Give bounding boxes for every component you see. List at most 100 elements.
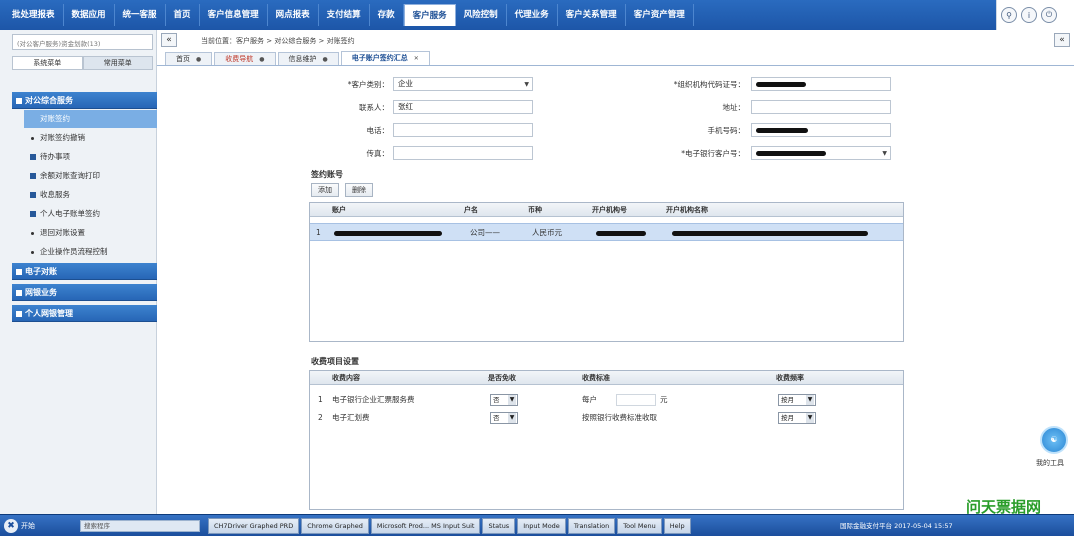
nav-item-crm[interactable]: 客户关系管理 <box>558 4 626 26</box>
fax-field[interactable] <box>393 146 533 160</box>
fee-content-cell: 电子汇划费 <box>332 413 370 422</box>
collapse-sidebar-button[interactable]: « <box>161 33 177 47</box>
mobile-field[interactable] <box>751 123 891 137</box>
address-label: 地址： <box>722 103 746 112</box>
square-icon <box>16 310 22 317</box>
close-icon[interactable]: ✕ <box>414 55 419 62</box>
menu-item-return-setting[interactable]: 退回对账设置 <box>24 224 157 242</box>
delete-account-button[interactable]: 删除 <box>345 183 373 197</box>
phone-field[interactable] <box>393 123 533 137</box>
nav-item-agency[interactable]: 代理业务 <box>507 4 558 26</box>
tool-float-label: 我的工具 <box>1036 459 1064 467</box>
row-number: 1 <box>318 395 323 404</box>
contact-field[interactable]: 张红 <box>393 100 533 114</box>
taskbar-app[interactable]: CH7Driver Graphed PRD <box>208 518 300 534</box>
mobile-label: 手机号码： <box>707 126 746 135</box>
add-account-button[interactable]: 添加 <box>311 183 339 197</box>
menu-item-personal-bill[interactable]: 个人电子账单签约 <box>24 205 157 223</box>
tab-common-menu[interactable]: 常用菜单 <box>82 56 153 70</box>
nav-item-customer-service[interactable]: 客户服务 <box>403 4 456 26</box>
standard-cell: 按照银行收费标准收取 <box>582 413 657 422</box>
square-icon <box>30 154 36 160</box>
nav-item-risk-control[interactable]: 风险控制 <box>456 4 507 26</box>
breadcrumb: 当前位置：客户服务 > 对公综合服务 > 对账签约 <box>201 37 355 45</box>
fees-title: 收费项目设置 <box>311 357 359 366</box>
tab-fee-nav[interactable]: 收费导航 ● <box>214 52 276 65</box>
row-number: 2 <box>318 413 323 422</box>
free-select[interactable]: 否 ▼ <box>490 412 518 424</box>
menu-item-todo[interactable]: 待办事项 <box>24 148 157 166</box>
taskbar-search-input[interactable]: 搜索程序 <box>80 520 200 532</box>
tab-home[interactable]: 首页 ● <box>165 52 213 65</box>
square-icon <box>30 192 36 198</box>
menu-group-netbank[interactable]: 网银业务 <box>12 284 157 301</box>
nav-item-batch-report[interactable]: 批处理报表 <box>4 4 64 26</box>
search-icon[interactable]: ⚲ <box>1001 7 1017 23</box>
table-row[interactable]: 2 电子汇划费 否 ▼ 按照银行收费标准收取 按月 ▼ <box>310 409 903 427</box>
sidebar: (对公客户服务)资金划款(13) 系统菜单 常用菜单 对公综合服务 对账签约 对… <box>0 30 157 514</box>
nav-item-deposit[interactable]: 存款 <box>370 4 404 26</box>
menu-group-e-statement[interactable]: 电子对账 <box>12 263 157 280</box>
menu-item-operator-flow[interactable]: 企业操作员流程控制 <box>24 243 157 261</box>
tab-e-account-summary[interactable]: 电子账户签约汇总 ✕ <box>340 51 430 65</box>
nav-item-unified-service[interactable]: 统一客服 <box>115 4 166 26</box>
menu-group-corporate-service[interactable]: 对公综合服务 <box>12 92 157 109</box>
power-icon[interactable]: ⏻ <box>1041 7 1057 23</box>
square-icon <box>16 97 22 104</box>
top-navigation: 批处理报表 数据应用 统一客服 首页 客户信息管理 网点报表 支付结算 存款 客… <box>0 0 1074 30</box>
menu-item-balance-print[interactable]: 余额对账查询打印 <box>24 167 157 185</box>
sidebar-tabs: 系统菜单 常用菜单 <box>12 56 153 70</box>
info-icon[interactable]: i <box>1021 7 1037 23</box>
close-icon[interactable]: ● <box>196 56 201 63</box>
column-header-currency: 币种 <box>528 206 542 214</box>
nav-item-home[interactable]: 首页 <box>166 4 200 26</box>
taskbar-app[interactable]: Microsoft Prod... MS Input Suit <box>370 518 481 534</box>
column-header-name: 户名 <box>464 206 478 214</box>
close-icon[interactable]: ● <box>259 56 264 63</box>
column-header-account: 账户 <box>332 206 346 214</box>
menu-item-statement-signing[interactable]: 对账签约 <box>24 110 157 128</box>
taskbar-app[interactable]: Input Mode <box>517 518 566 534</box>
org-code-field[interactable] <box>751 77 891 91</box>
start-button[interactable]: ✖ 开始 <box>4 518 35 534</box>
taskbar-app[interactable]: Translation <box>567 518 616 534</box>
tab-info-maintenance[interactable]: 信息维护 ● <box>277 52 339 65</box>
free-select[interactable]: 否 ▼ <box>490 394 518 406</box>
redacted-mark <box>596 230 646 236</box>
close-icon[interactable]: ● <box>323 56 328 63</box>
menu-group-personal-netbank[interactable]: 个人网银管理 <box>12 305 157 322</box>
chevron-down-icon: ▼ <box>508 413 516 423</box>
column-header-branch-name: 开户机构名称 <box>666 206 708 214</box>
nav-item-payment[interactable]: 支付结算 <box>319 4 370 26</box>
bank-no-select[interactable]: ▼ <box>751 146 891 160</box>
table-row[interactable]: 1 电子银行企业汇票服务费 否 ▼ 每户 元 按月 ▼ <box>310 391 903 409</box>
nav-item-data-app[interactable]: 数据应用 <box>64 4 115 26</box>
customer-type-select[interactable]: 企业 ▼ <box>393 77 533 91</box>
nav-item-asset-mgmt[interactable]: 客户资产管理 <box>626 4 694 26</box>
column-header-fee-content: 收费内容 <box>332 374 360 382</box>
table-row[interactable]: 1 公司—— 人民币元 <box>310 223 903 241</box>
menu-item-interest[interactable]: 收息服务 <box>24 186 157 204</box>
fees-table-header: 收费内容 是否免收 收费标准 收费频率 <box>310 371 903 385</box>
taskbar-app[interactable]: Help <box>663 518 691 534</box>
chevron-down-icon: ▼ <box>524 81 529 88</box>
nav-tools: ⚲ i ⏻ <box>996 0 1074 30</box>
chevron-down-icon: ▼ <box>806 395 814 405</box>
tool-float-button[interactable]: ☯ <box>1040 426 1068 454</box>
address-field[interactable] <box>751 100 891 114</box>
standard-cell: 每户 <box>582 395 597 404</box>
taskbar-app[interactable]: Chrome Graphed <box>301 518 369 534</box>
content-tabs: 首页 ● 收费导航 ● 信息维护 ● 电子账户签约汇总 ✕ <box>157 51 1074 66</box>
menu-item-cancel-signing[interactable]: 对账签约撤销 <box>24 129 157 147</box>
expand-panel-button[interactable]: « <box>1054 33 1070 47</box>
tab-system-menu[interactable]: 系统菜单 <box>12 56 83 70</box>
sidebar-search-input[interactable]: (对公客户服务)资金划款(13) <box>12 34 153 50</box>
frequency-select[interactable]: 按月 ▼ <box>778 412 816 424</box>
fee-amount-field[interactable] <box>616 394 656 406</box>
taskbar-app[interactable]: Status <box>482 518 516 534</box>
nav-item-customer-info[interactable]: 客户信息管理 <box>200 4 268 26</box>
nav-item-branch-report[interactable]: 网点报表 <box>268 4 319 26</box>
accounts-table: 账户 户名 币种 开户机构号 开户机构名称 1 公司—— 人民币元 <box>309 202 904 342</box>
taskbar-app[interactable]: Tool Menu <box>617 518 662 534</box>
frequency-select[interactable]: 按月 ▼ <box>778 394 816 406</box>
